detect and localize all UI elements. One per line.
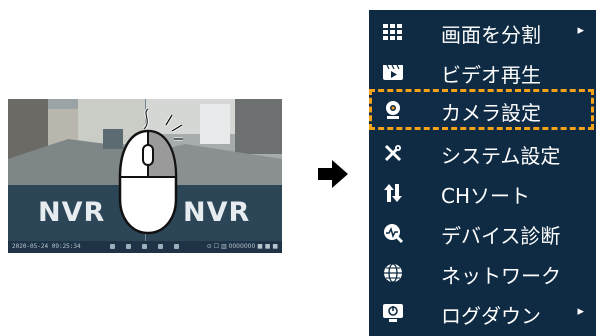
arrow-right-icon: [318, 160, 348, 188]
diagnose-icon: [384, 224, 403, 243]
menu-item-logout[interactable]: ログダウン ▸: [369, 293, 596, 333]
taskbar-icon[interactable]: [142, 244, 147, 249]
taskbar-icon[interactable]: [158, 244, 163, 249]
nvr-taskbar: 2020-05-24 09:25:34 ⊙ ☐ ▥ 0000000 ■ ■ ■: [8, 241, 282, 253]
nvr-logo-right: NVR: [183, 197, 251, 228]
context-menu: 画面を分割 ▸ ビデオ再生 カメラ設定 システム設定 CHソート デバイス診断 …: [369, 10, 596, 336]
menu-item-label: ネットワーク: [441, 264, 561, 288]
taskbar-icon[interactable]: [110, 244, 115, 249]
logout-icon: [383, 304, 403, 322]
nvr-logo-left: NVR: [38, 197, 106, 228]
submenu-arrow-icon: ▸: [577, 23, 584, 38]
sort-icon: [384, 184, 402, 202]
menu-item-label: デバイス診断: [441, 224, 561, 248]
grid-icon: [383, 24, 402, 40]
menu-item-split-screen[interactable]: 画面を分割 ▸: [369, 12, 596, 52]
taskbar-icon[interactable]: [126, 244, 131, 249]
menu-item-network[interactable]: ネットワーク: [369, 253, 596, 293]
globe-icon: [384, 263, 402, 283]
taskbar-clock: 2020-05-24 09:25:34: [12, 243, 81, 250]
menu-item-label: 画面を分割: [441, 23, 541, 47]
taskbar-status: ⊙ ☐ ▥ 0000000 ■ ■ ■: [206, 243, 278, 250]
selection-highlight: [369, 89, 594, 130]
menu-item-label: ログダウン: [441, 304, 541, 328]
taskbar-icon[interactable]: [174, 244, 179, 249]
menu-item-label: ビデオ再生: [441, 63, 541, 87]
mouse-icon: [118, 107, 183, 235]
menu-item-label: CHソート: [441, 184, 531, 208]
menu-item-video-playback[interactable]: ビデオ再生: [369, 52, 596, 92]
menu-item-ch-sort[interactable]: CHソート: [369, 173, 596, 213]
submenu-arrow-icon: ▸: [577, 304, 584, 319]
menu-item-system-settings[interactable]: システム設定: [369, 133, 596, 173]
tools-icon: [384, 144, 402, 162]
video-playback-icon: [383, 64, 403, 80]
menu-item-device-diagnosis[interactable]: デバイス診断: [369, 213, 596, 253]
menu-item-label: システム設定: [441, 144, 561, 168]
